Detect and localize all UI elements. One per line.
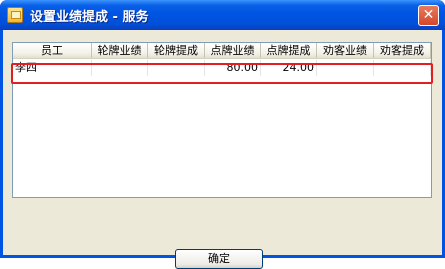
- window-title: 设置业绩提成 - 服务: [30, 10, 149, 25]
- column-header-persuade-commission[interactable]: 劝客提成: [374, 43, 431, 59]
- ok-button[interactable]: 确定: [175, 249, 263, 269]
- close-icon: ✕: [422, 7, 435, 23]
- close-button[interactable]: ✕: [418, 5, 439, 26]
- column-header-pick-commission[interactable]: 点牌提成: [261, 43, 317, 59]
- column-header-rotation-commission[interactable]: 轮牌提成: [148, 43, 205, 59]
- dialog-window: 设置业绩提成 - 服务 ✕ 员工 轮牌业绩 轮牌提成 点牌业绩 点牌提成 劝客业…: [0, 0, 445, 269]
- column-header-rotation-performance[interactable]: 轮牌业绩: [92, 43, 148, 59]
- row-highlight-box: [11, 63, 433, 84]
- title-bar[interactable]: 设置业绩提成 - 服务 ✕: [0, 0, 445, 30]
- app-icon: [7, 7, 23, 23]
- column-header-persuade-performance[interactable]: 劝客业绩: [317, 43, 374, 59]
- column-header-pick-performance[interactable]: 点牌业绩: [205, 43, 261, 59]
- table-header: 员工 轮牌业绩 轮牌提成 点牌业绩 点牌提成 劝客业绩 劝客提成: [13, 43, 431, 59]
- column-header-employee[interactable]: 员工: [13, 43, 92, 59]
